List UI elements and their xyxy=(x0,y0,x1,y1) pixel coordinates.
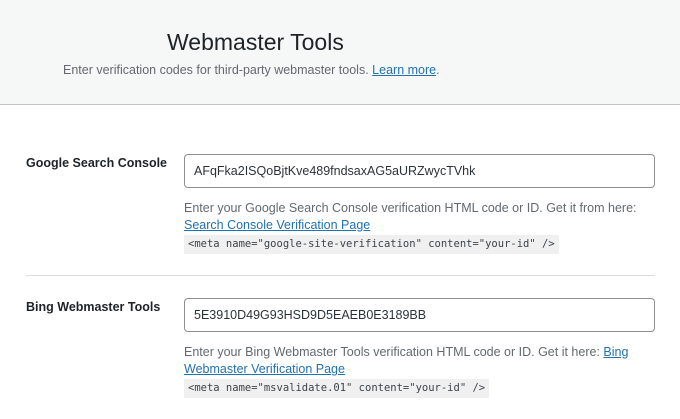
bing-description: Enter your Bing Webmaster Tools verifica… xyxy=(184,344,654,398)
google-verification-link[interactable]: Search Console Verification Page xyxy=(184,218,370,232)
page-title: Webmaster Tools xyxy=(167,29,344,55)
google-meta-code: <meta name="google-site-verification" co… xyxy=(184,235,559,254)
bing-desc-text: Enter your Bing Webmaster Tools verifica… xyxy=(184,345,604,359)
google-verification-input[interactable]: AFqFka2ISQoBjtKve489fndsaxAG5aURZwycTVhk xyxy=(184,154,655,188)
divider xyxy=(26,275,655,276)
page-subtitle: Enter verification codes for third-party… xyxy=(63,63,440,77)
google-label: Google Search Console xyxy=(26,156,168,170)
bing-verification-input[interactable]: 5E3910D49G93HSD9D5EAEB0E3189BB xyxy=(184,298,655,332)
google-desc-text: Enter your Google Search Console verific… xyxy=(184,201,637,215)
bing-meta-code: <meta name="msvalidate.01" content="your… xyxy=(184,379,490,398)
subtitle-text: Enter verification codes for third-party… xyxy=(63,63,369,77)
bing-label: Bing Webmaster Tools xyxy=(26,300,161,314)
google-description: Enter your Google Search Console verific… xyxy=(184,200,654,254)
learn-more-link[interactable]: Learn more xyxy=(372,63,436,77)
page-header: Webmaster Tools Enter verification codes… xyxy=(0,0,680,105)
subtitle-period: . xyxy=(436,63,440,77)
